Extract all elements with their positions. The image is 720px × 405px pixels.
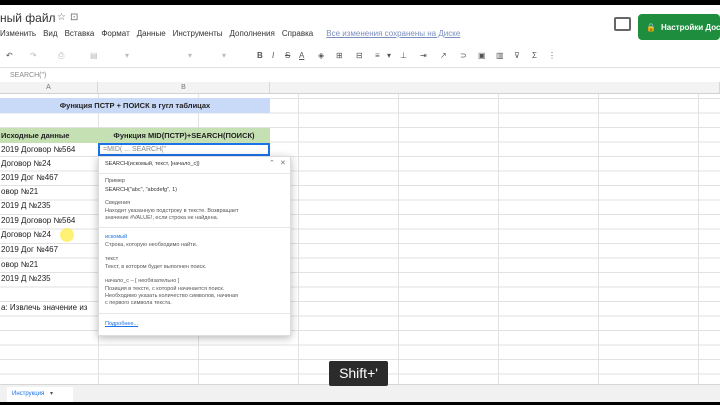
menu-view[interactable]: Вид (43, 29, 57, 43)
column-header-rest (270, 82, 720, 94)
italic-icon[interactable]: I (272, 51, 274, 60)
note-cell[interactable]: а: Извлечь значение из (0, 301, 98, 315)
link-icon[interactable]: ⊃ (460, 51, 467, 60)
summary-text-1: Находит указанную подстроку в тексте. Во… (105, 208, 239, 214)
print-icon[interactable]: ⎙ (58, 51, 64, 61)
menu-edit[interactable]: Изменить (0, 29, 36, 43)
argument-2-desc: Текст, в котором будет выполнен поиск. (105, 264, 207, 270)
bold-icon[interactable]: B (257, 51, 263, 60)
function-help-popup: SEARCH(искомый, текст, [начало_с]) ⌃ ✕ П… (98, 156, 291, 336)
functions-icon[interactable]: Σ (532, 51, 537, 60)
chart-icon[interactable]: ▥ (496, 51, 504, 60)
menu-help[interactable]: Справка (282, 29, 313, 43)
borders-icon[interactable]: ⊞ (336, 51, 343, 60)
sheet-tab-label: Инструкция (12, 391, 45, 397)
text-color-icon[interactable]: A (299, 51, 304, 60)
menu-format[interactable]: Формат (101, 29, 129, 43)
active-cell-editor[interactable]: =MID( ... SEARCH(" (98, 143, 270, 156)
formula-bar-text: SEARCH(") (10, 72, 47, 79)
menu-tools[interactable]: Инструменты (173, 29, 223, 43)
rotate-text-icon[interactable]: ↗ (440, 51, 447, 60)
data-cell[interactable]: 2019 Договор №564 (0, 143, 98, 157)
column-header-b[interactable]: B (98, 82, 270, 94)
text-wrap-icon[interactable]: ⇥ (420, 51, 427, 60)
comment-add-icon[interactable]: ▣ (478, 51, 486, 60)
app-window: ный файл ☆ ⊡ Изменить Вид Вставка Формат… (0, 5, 720, 402)
star-icon[interactable]: ☆ (57, 12, 66, 23)
mouse-cursor-highlight (60, 228, 74, 242)
summary-label: Сведения (105, 200, 131, 206)
undo-icon[interactable]: ↶ (6, 51, 13, 60)
share-button[interactable]: 🔒 Настройки Досту (638, 14, 720, 40)
more-icon[interactable]: ⋮ (548, 51, 556, 60)
sheet-title-cell[interactable]: Функция ПСТР + ПОИСК в гугл таблицах (0, 98, 270, 113)
argument-3-desc-1: Позиция в тексте, с которой начинается п… (105, 286, 225, 292)
data-cell[interactable]: Договор №24 (0, 157, 98, 171)
menu-addons[interactable]: Дополнения (230, 29, 275, 43)
font-size-select[interactable]: ▾ (222, 51, 226, 60)
formula-bar[interactable]: SEARCH(") (0, 67, 720, 82)
sheet-tabs-bar: Инструкция ▾ (0, 384, 720, 402)
merge-cells-icon[interactable]: ⊟ (356, 51, 363, 60)
example-label: Пример (105, 178, 125, 184)
redo-icon[interactable]: ↷ (30, 51, 37, 60)
col-a-header-cell[interactable]: Исходные данные (0, 128, 98, 143)
summary-text-2: значение #VALUE!, если строка не найдена… (105, 215, 219, 221)
column-header-a[interactable]: A (0, 82, 98, 94)
collapse-icon[interactable]: ⌃ (269, 159, 275, 167)
vertical-align-icon[interactable]: ⊥ (400, 51, 407, 60)
argument-2-name: текст (105, 256, 119, 262)
share-button-label: Настройки Досту (660, 22, 720, 32)
argument-3-name: начало_с – [ необязательно ] (105, 278, 180, 284)
data-cell[interactable]: 2019 Дог №467 (0, 171, 98, 185)
menu-insert[interactable]: Вставка (65, 29, 95, 43)
argument-3-desc-2: Необходимо указать количество символов, … (105, 293, 239, 299)
close-icon[interactable]: ✕ (280, 159, 286, 167)
lock-icon: 🔒 (646, 22, 656, 32)
comments-icon[interactable] (614, 17, 631, 31)
data-cell[interactable]: 2019 Д №235 (0, 272, 98, 286)
chevron-down-icon[interactable]: ▾ (50, 391, 53, 397)
toolbar: ↶ ↷ ⎙ ▤ ▾ ▾ ▾ B I S A ◈ ⊞ ⊟ ≡ ▾ ⊥ ⇥ ↗ ⊃ … (0, 48, 720, 66)
menu-data[interactable]: Данные (137, 29, 166, 43)
strikethrough-icon[interactable]: S (285, 51, 290, 60)
save-status-link[interactable]: Все изменения сохранены на Диске (326, 29, 460, 43)
sheet-tab-instruction[interactable]: Инструкция ▾ (7, 387, 73, 402)
data-cell[interactable]: овор №21 (0, 185, 98, 199)
font-select[interactable]: ▾ (188, 51, 192, 60)
function-syntax: SEARCH(искомый, текст, [начало_с]) (105, 161, 200, 167)
argument-1-name: искомый (105, 234, 128, 240)
document-title[interactable]: ный файл (0, 11, 56, 25)
fill-color-icon[interactable]: ◈ (318, 51, 324, 60)
paint-format-icon[interactable]: ▤ (90, 51, 98, 60)
data-cell[interactable]: 2019 Договор №564 (0, 214, 98, 228)
zoom-select[interactable]: ▾ (125, 51, 129, 60)
data-cell[interactable]: 2019 Дог №467 (0, 243, 98, 257)
learn-more-link[interactable]: Подробнее... (105, 321, 138, 327)
move-folder-icon[interactable]: ⊡ (70, 12, 78, 23)
argument-1-desc: Строка, которую необходимо найти. (105, 242, 198, 248)
data-cell[interactable]: Договор №24 (0, 228, 98, 242)
menu-bar: Изменить Вид Вставка Формат Данные Инстр… (0, 29, 460, 43)
data-cell[interactable]: овор №21 (0, 258, 98, 272)
example-text: SEARCH("abc", "abcdefg", 1) (105, 187, 178, 193)
filter-icon[interactable]: ⊽ (514, 51, 520, 60)
keyboard-shortcut-overlay: Shift+' (329, 361, 388, 386)
col-b-header-cell[interactable]: Функция MID(ПСТР)+SEARCH(ПОИСК) (98, 128, 270, 143)
data-cell[interactable]: 2019 Д №235 (0, 199, 98, 213)
argument-3-desc-3: с первого символа текста. (105, 300, 172, 306)
align-icon[interactable]: ≡ (375, 51, 380, 60)
chevron-down-icon[interactable]: ▾ (387, 51, 391, 60)
